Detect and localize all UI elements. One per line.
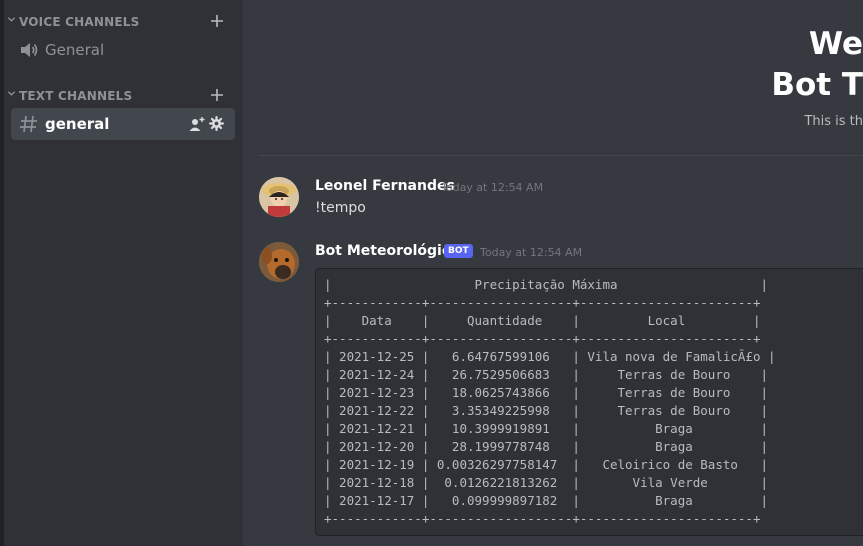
channel-sidebar: VOICE CHANNELS General TEXT CHANNELS gen… bbox=[4, 0, 243, 546]
code-block: | Precipitação Máxima | +------------+--… bbox=[315, 268, 863, 536]
speaker-icon bbox=[21, 43, 38, 57]
bot-badge: BOT bbox=[444, 244, 473, 258]
message-content: !tempo bbox=[315, 200, 366, 216]
message-timestamp: Today at 12:54 AM bbox=[441, 181, 544, 194]
welcome-title-line2: Bot T bbox=[771, 67, 863, 103]
invite-member-icon[interactable] bbox=[189, 116, 205, 132]
avatar[interactable] bbox=[259, 242, 299, 282]
bot-avatar-image bbox=[259, 242, 299, 282]
chat-area: We Bot T This is th Leonel Fernandes Tod… bbox=[243, 0, 863, 546]
message-timestamp: Today at 12:54 AM bbox=[480, 246, 583, 259]
message-author[interactable]: Leonel Fernandes bbox=[315, 178, 455, 194]
chevron-down-icon bbox=[7, 17, 16, 22]
category-text-channels[interactable]: TEXT CHANNELS bbox=[4, 85, 243, 105]
message-author[interactable]: Bot Meteorológico bbox=[315, 243, 460, 259]
precipitation-table: | Precipitação Máxima | +------------+--… bbox=[324, 277, 776, 526]
category-voice-channels[interactable]: VOICE CHANNELS bbox=[4, 11, 243, 31]
welcome-subtitle: This is th bbox=[804, 114, 863, 129]
channel-item-general[interactable]: general bbox=[11, 108, 235, 140]
user-avatar-image bbox=[259, 177, 299, 217]
welcome-divider bbox=[259, 155, 863, 156]
add-channel-icon[interactable] bbox=[210, 88, 224, 102]
category-label: VOICE CHANNELS bbox=[19, 15, 140, 29]
hashtag-icon bbox=[20, 115, 37, 133]
add-channel-icon[interactable] bbox=[210, 14, 224, 28]
avatar[interactable] bbox=[259, 177, 299, 217]
category-label: TEXT CHANNELS bbox=[19, 89, 133, 103]
channel-label: general bbox=[45, 115, 110, 133]
channel-label: General bbox=[45, 41, 105, 59]
gear-icon[interactable] bbox=[209, 116, 224, 131]
channel-item-voice-general[interactable]: General bbox=[11, 34, 235, 66]
welcome-title-line1: We bbox=[808, 26, 863, 62]
chevron-down-icon bbox=[7, 91, 16, 96]
